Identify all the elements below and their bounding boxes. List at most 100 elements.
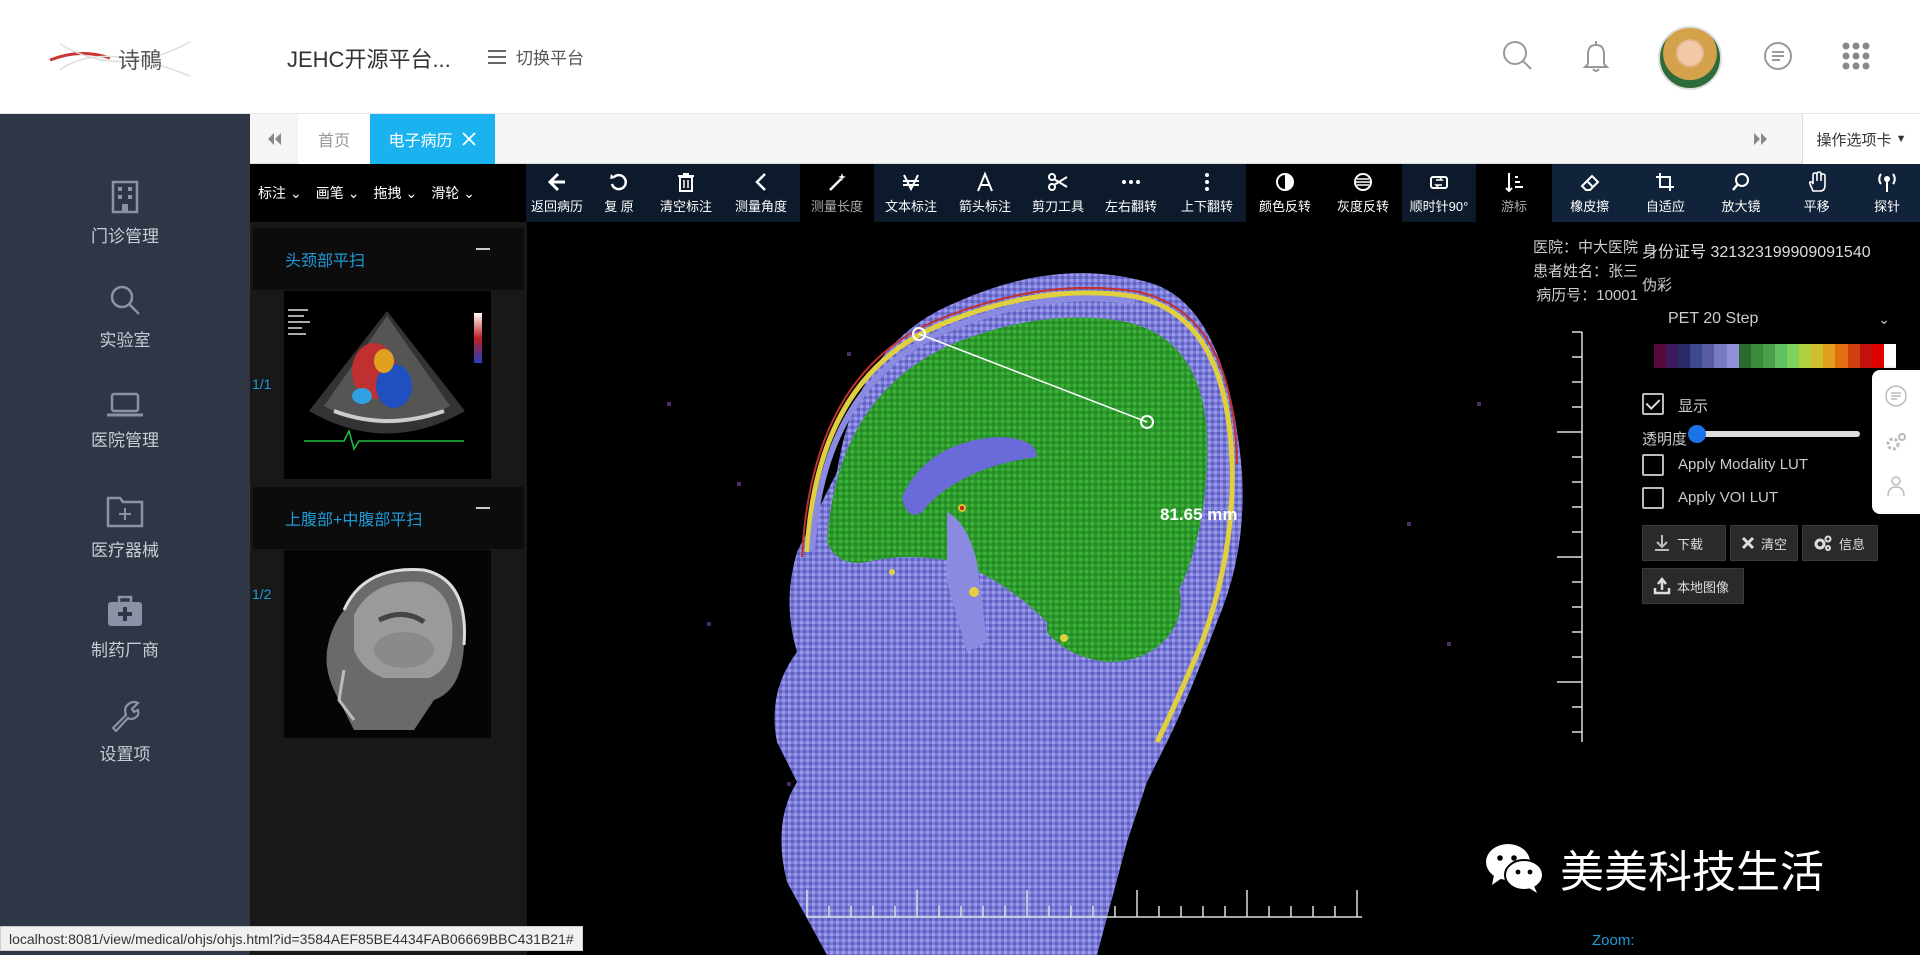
tab-options-label: 操作选项卡 [1816, 131, 1892, 149]
show-checkbox[interactable] [1642, 393, 1664, 415]
dots-horizontal-icon [1122, 180, 1140, 184]
probe-button[interactable]: 探针 [1857, 164, 1917, 222]
opacity-slider-handle[interactable] [1688, 425, 1706, 443]
series-title: 上腹部+中腹部平扫 [285, 512, 423, 529]
back-to-record-button[interactable]: 返回病历 [526, 164, 588, 222]
opacity-slider[interactable] [1694, 431, 1860, 437]
sidebar-item-settings[interactable]: 设置项 [0, 700, 250, 765]
measure-angle-button[interactable]: 测量角度 [722, 164, 800, 222]
modality-lut-checkbox[interactable] [1642, 454, 1664, 476]
switch-platform-button[interactable]: 切换平台 [488, 44, 584, 69]
sidebar-item-devices[interactable]: 医疗器械 [0, 494, 250, 561]
color-swatch [1799, 344, 1812, 368]
chevron-down-icon: ⌄ [405, 184, 418, 201]
toolbar-group-1: 返回病历 复 原 清空标注 测量角度 [526, 164, 800, 222]
tool-label: 游标 [1500, 199, 1527, 214]
restore-button[interactable]: 复 原 [588, 164, 650, 222]
text-annotation-icon [903, 174, 919, 192]
contrast-icon [1276, 173, 1294, 191]
brush-dropdown[interactable]: 画笔 ⌄ [316, 164, 360, 222]
scissors-tool-button[interactable]: 剪刀工具 [1022, 164, 1094, 222]
cursor-sort-icon [1505, 173, 1523, 193]
drag-dropdown[interactable]: 拖拽 ⌄ [373, 164, 417, 222]
tab-home[interactable]: 首页 [298, 114, 370, 164]
pan-button[interactable]: 平移 [1782, 164, 1852, 222]
series-count: 1/1 [252, 376, 272, 392]
sidebar-item-hospital[interactable]: 医院管理 [0, 392, 250, 451]
sidebar-item-clinic[interactable]: 门诊管理 [0, 178, 250, 247]
building-icon [111, 180, 139, 214]
flip-horizontal-button[interactable]: 左右翻转 [1094, 164, 1168, 222]
sidebar-item-laboratory[interactable]: 实验室 [0, 282, 250, 351]
color-swatch [1835, 344, 1848, 368]
sidebar-item-label: 门诊管理 [91, 227, 159, 246]
close-icon[interactable] [461, 131, 477, 147]
collapse-icon[interactable] [476, 248, 490, 250]
chat-icon[interactable] [1758, 36, 1798, 76]
show-label: 显示 [1678, 398, 1709, 415]
tool-label: 测量角度 [734, 199, 787, 214]
flip-vertical-button[interactable]: 上下翻转 [1168, 164, 1246, 222]
text-annotation-button[interactable]: 文本标注 [874, 164, 948, 222]
rotate-clockwise-button[interactable]: 顺时针90° [1402, 164, 1476, 222]
color-scale-bar [1654, 344, 1896, 368]
sidebar-item-pharma[interactable]: 制药厂商 [0, 594, 250, 661]
opacity-label: 透明度 [1642, 431, 1688, 448]
tool-label: 探针 [1874, 199, 1901, 214]
invert-color-button[interactable]: 颜色反转 [1246, 164, 1324, 222]
clear-annotations-button[interactable]: 清空标注 [650, 164, 722, 222]
chevron-down-icon: ⌄ [290, 184, 302, 201]
fit-to-window-button[interactable]: 自适应 [1630, 164, 1700, 222]
series-header[interactable]: 头颈部平扫 [253, 228, 524, 290]
search-icon[interactable] [1498, 36, 1538, 76]
image-viewport[interactable]: 医院：中大医院 患者姓名：张三 病历号：10001 81.65 mm Zoom: [527, 222, 1642, 955]
info-button[interactable]: 信息 [1802, 525, 1878, 561]
local-image-button[interactable]: 本地图像 [1642, 568, 1744, 604]
trash-icon [678, 173, 694, 192]
measure-length-button[interactable]: 测量长度 [800, 164, 874, 222]
apps-grid-icon[interactable] [1836, 36, 1876, 76]
color-swatch [1714, 344, 1727, 368]
color-swatch [1666, 344, 1679, 368]
id-number-label: 身份证号 321323199909091540 [1642, 244, 1871, 261]
gear-icon[interactable] [1884, 430, 1908, 454]
wheel-dropdown[interactable]: 滑轮 ⌄ [431, 164, 475, 222]
measurement-label: 81.65 mm [1160, 505, 1238, 524]
svg-text:诗鳾: 诗鳾 [118, 49, 162, 74]
series-count: 1/2 [252, 586, 272, 602]
eraser-button[interactable]: 橡皮擦 [1555, 164, 1625, 222]
invert-grayscale-button[interactable]: 灰度反转 [1324, 164, 1402, 222]
tab-options-dropdown[interactable]: 操作选项卡 ▼ [1802, 114, 1920, 164]
ultrasound-thumbnail [284, 291, 491, 479]
clear-button[interactable]: 清空 [1730, 525, 1798, 561]
tool-label: 颜色反转 [1258, 199, 1311, 214]
tool-label: 复 原 [604, 199, 634, 214]
tab-scroll-right-button[interactable] [1737, 114, 1785, 164]
tool-label: 剪刀工具 [1031, 199, 1084, 214]
bell-icon[interactable] [1576, 36, 1616, 76]
arrow-annotation-button[interactable]: 箭头标注 [948, 164, 1022, 222]
avatar[interactable] [1658, 26, 1722, 90]
series-thumbnail[interactable] [284, 550, 491, 738]
lut-select[interactable]: PET 20 Step ⌄ [1660, 304, 1896, 334]
voi-lut-checkbox[interactable] [1642, 487, 1664, 509]
sidebar-item-label: 医疗器械 [91, 541, 159, 560]
series-header[interactable]: 上腹部+中腹部平扫 [253, 487, 524, 549]
watermark-text: 美美科技生活 [1560, 848, 1824, 897]
download-button[interactable]: 下载 [1642, 525, 1726, 561]
cursor-tool-button[interactable]: 游标 [1476, 164, 1552, 222]
series-thumbnail[interactable] [284, 291, 491, 479]
collapse-icon[interactable] [476, 507, 490, 509]
color-swatch [1738, 344, 1751, 368]
annotate-dropdown[interactable]: 标注 ⌄ [258, 164, 302, 222]
tab-emr[interactable]: 电子病历 [370, 114, 495, 164]
hand-icon [1808, 171, 1826, 192]
magnifier-icon [1732, 173, 1749, 191]
chat-icon[interactable] [1884, 384, 1908, 408]
magnifier-button[interactable]: 放大镜 [1706, 164, 1776, 222]
sidebar-item-label: 设置项 [99, 745, 151, 764]
user-icon[interactable] [1884, 474, 1908, 498]
tab-scroll-left-button[interactable] [250, 114, 298, 164]
color-swatch [1726, 344, 1739, 368]
brain-mri-image [667, 273, 1583, 955]
